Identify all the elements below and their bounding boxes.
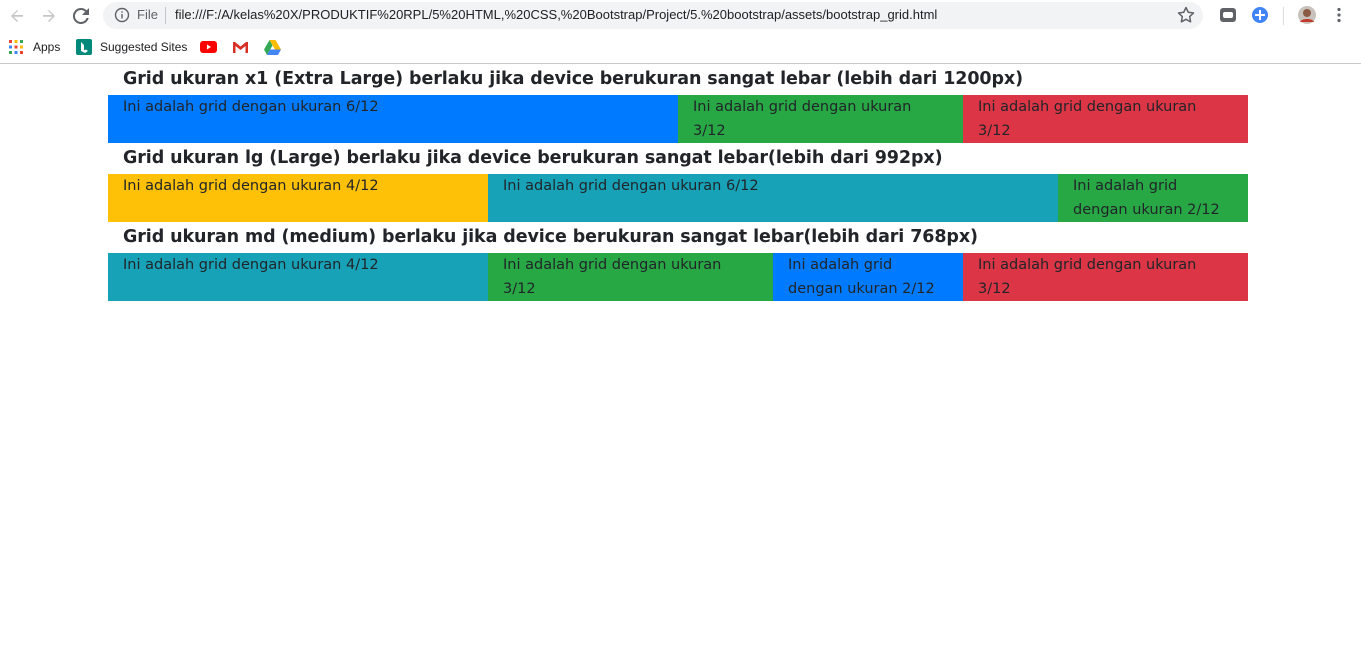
bookmark-apps-label: Apps — [33, 40, 61, 54]
section-heading-md: Grid ukuran md (medium) berlaku jika dev… — [123, 227, 978, 247]
section-heading-xl: Grid ukuran x1 (Extra Large) berlaku jik… — [123, 69, 1024, 89]
toolbar-divider — [1283, 7, 1284, 25]
bookmark-youtube[interactable] — [200, 38, 217, 56]
grid-row-lg: Ini adalah grid dengan ukuran 4/12 Ini a… — [108, 174, 1248, 222]
section-heading-lg: Grid ukuran lg (Large) berlaku jika devi… — [123, 148, 943, 168]
grid-col-2: Ini adalah grid dengan ukuran 2/12 — [773, 253, 963, 301]
profile-avatar-icon[interactable] — [1297, 5, 1317, 25]
menu-kebab-icon[interactable] — [1329, 5, 1349, 25]
gmail-icon — [233, 41, 248, 53]
bookmarks-bar: Apps Suggested Sites — [0, 32, 1361, 63]
scheme-label: File — [137, 7, 158, 22]
reload-icon — [73, 8, 89, 24]
grid-col-3: Ini adalah grid dengan ukuran 3/12 — [963, 95, 1248, 143]
grid-col-4: Ini adalah grid dengan ukuran 4/12 — [108, 253, 488, 301]
bookmark-gmail[interactable] — [232, 38, 249, 56]
browser-toolbar: File file:///F:/A/kelas%20X/PRODUKTIF%20… — [0, 0, 1361, 32]
bookmark-google-drive[interactable] — [264, 38, 281, 56]
omnibox-divider — [165, 7, 166, 24]
grid-col-4: Ini adalah grid dengan ukuran 4/12 — [108, 174, 488, 222]
bing-icon — [76, 39, 92, 55]
grid-col-6: Ini adalah grid dengan ukuran 6/12 — [108, 95, 678, 143]
address-bar[interactable]: File file:///F:/A/kelas%20X/PRODUKTIF%20… — [103, 2, 1203, 29]
url-text[interactable]: file:///F:/A/kelas%20X/PRODUKTIF%20RPL/5… — [175, 7, 937, 22]
forward-button[interactable] — [37, 4, 61, 28]
grid-col-6: Ini adalah grid dengan ukuran 6/12 — [488, 174, 1058, 222]
google-drive-icon — [264, 39, 281, 55]
info-icon[interactable] — [114, 7, 130, 23]
bookmark-suggested-label: Suggested Sites — [100, 40, 188, 54]
grid-row-md: Ini adalah grid dengan ukuran 4/12 Ini a… — [108, 253, 1248, 301]
page-container: Grid ukuran x1 (Extra Large) berlaku jik… — [108, 64, 1248, 301]
grid-col-3: Ini adalah grid dengan ukuran 3/12 — [488, 253, 773, 301]
reload-button[interactable] — [69, 4, 93, 28]
add-extension-icon[interactable] — [1250, 5, 1270, 25]
grid-col-2: Ini adalah grid dengan ukuran 2/12 — [1058, 174, 1248, 222]
bookmark-suggested-sites[interactable]: Suggested Sites — [76, 38, 187, 56]
grid-col-3: Ini adalah grid dengan ukuran 3/12 — [963, 253, 1248, 301]
forward-arrow-icon — [43, 10, 55, 22]
apps-grid-icon — [9, 40, 23, 54]
back-arrow-icon — [11, 10, 23, 22]
back-button[interactable] — [5, 4, 29, 28]
line-extension-icon[interactable] — [1218, 5, 1238, 25]
grid-row-xl: Ini adalah grid dengan ukuran 6/12 Ini a… — [108, 95, 1248, 143]
bookmark-star-icon[interactable] — [1176, 5, 1196, 25]
youtube-icon — [200, 41, 217, 53]
bookmark-apps[interactable]: Apps — [9, 38, 60, 56]
grid-col-3: Ini adalah grid dengan ukuran 3/12 — [678, 95, 963, 143]
